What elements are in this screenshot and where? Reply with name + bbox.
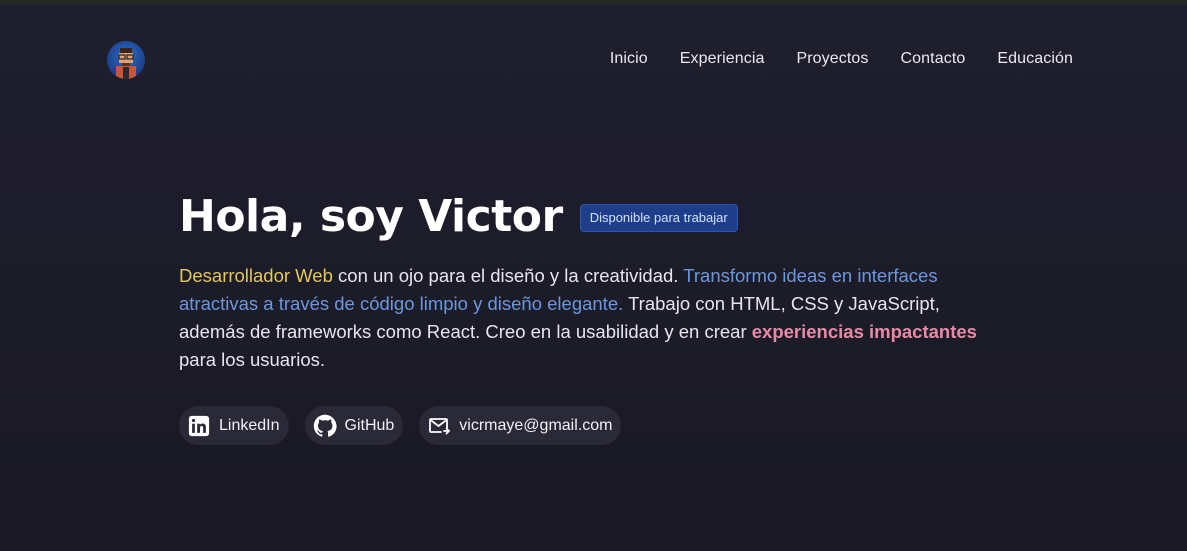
nav-item-proyectos[interactable]: Proyectos (796, 50, 868, 68)
social-links: LinkedIn GitHub vicrmaye@gmail.com (179, 406, 622, 445)
email-link[interactable]: vicrmaye@gmail.com (419, 406, 622, 445)
hero-description: Desarrollador Web con un ojo para el dis… (179, 262, 1009, 374)
description-text-3: para los usuarios. (179, 349, 326, 370)
linkedin-icon (187, 414, 211, 438)
github-icon (313, 414, 337, 438)
nav-item-educacion[interactable]: Educación (997, 50, 1073, 68)
nav-item-experiencia[interactable]: Experiencia (680, 50, 765, 68)
description-text-1: con un ojo para el diseño y la creativid… (332, 265, 684, 286)
highlight-experiences: experiencias impactantes (751, 321, 977, 342)
mail-icon (427, 414, 451, 438)
page-title: Hola, soy Victor (179, 191, 563, 242)
highlight-role: Desarrollador Web (179, 265, 333, 286)
availability-badge: Disponible para trabajar (579, 204, 738, 232)
linkedin-label: LinkedIn (219, 416, 280, 434)
github-link[interactable]: GitHub (304, 406, 404, 445)
linkedin-link[interactable]: LinkedIn (179, 406, 289, 445)
avatar[interactable] (107, 41, 145, 79)
nav-item-contacto[interactable]: Contacto (901, 50, 966, 68)
email-label: vicrmaye@gmail.com (459, 416, 613, 434)
page: Inicio Experiencia Proyectos Contacto Ed… (0, 5, 1187, 551)
nav-item-inicio[interactable]: Inicio (610, 50, 648, 68)
title-row: Hola, soy Victor Disponible para trabaja… (179, 188, 1009, 246)
main-nav: Inicio Experiencia Proyectos Contacto Ed… (610, 50, 1073, 68)
hero-section: Hola, soy Victor Disponible para trabaja… (179, 188, 1009, 374)
avatar-illustration (116, 48, 136, 79)
github-label: GitHub (344, 416, 395, 434)
